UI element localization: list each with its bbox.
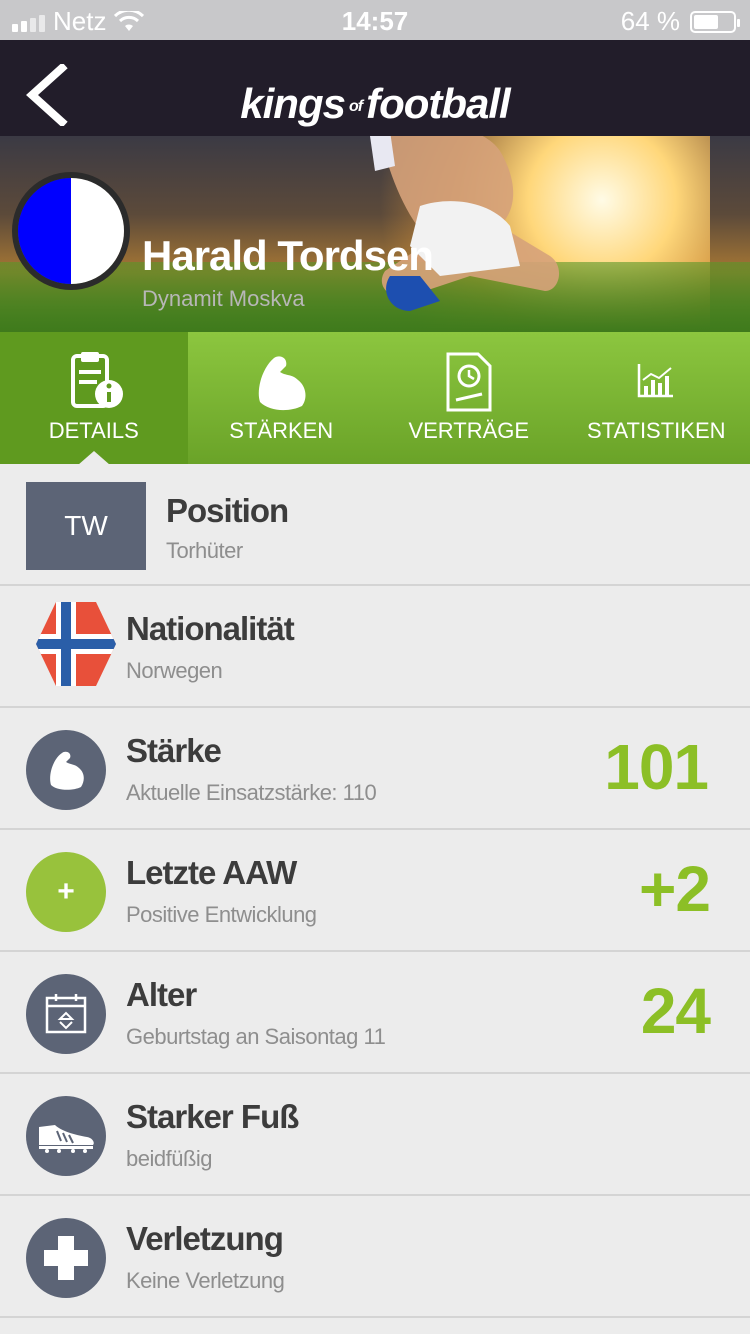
injury-sub: Keine Verletzung [126,1268,285,1293]
bicep-icon [50,751,84,790]
tab-statistiken-label: STATISTIKEN [586,418,726,443]
tab-details-label: DETAILS [48,418,139,443]
battery-percent: 64 % [620,6,680,36]
age-circle [26,974,106,1054]
plus-badge-icon: + [26,852,106,932]
tab-staerken-label: STÄRKEN [229,418,334,443]
tab-staerken[interactable]: STÄRKEN [188,332,376,464]
list-item-nationality: Nationalität Norwegen [0,586,750,708]
medical-cross-icon [44,1236,88,1280]
foot-title: Starker Fuß [126,1098,299,1135]
logo-kings: kings [240,80,346,127]
battery-icon [690,10,740,33]
nationality-value: Norwegen [126,658,223,683]
tab-statistiken[interactable]: STATISTIKEN [563,332,750,464]
details-list: TW Position Torhüter Nationalität Norweg… [0,464,750,1318]
player-name: Harald Tordsen [142,232,434,279]
hero-player-image [370,136,559,311]
details-icon [70,352,123,408]
position-title: Position [166,492,289,529]
list-item-strength: Stärke Aktuelle Einsatzstärke: 110 101 [0,708,750,830]
app-logo: kings offootball [0,80,750,128]
logo-football: football [366,80,511,127]
boot-icon [39,1125,94,1153]
strength-value: 101 [604,731,709,803]
tab-vertraege-label: VERTRÄGE [408,418,530,443]
strength-title: Stärke [126,732,222,769]
age-value: 24 [640,975,711,1047]
list-item-age: Alter Geburtstag an Saisontag 11 24 [0,952,750,1074]
player-club[interactable]: Dynamit Moskva [142,286,305,312]
club-color-right [71,178,124,284]
position-value: Torhüter [166,538,243,563]
tab-details[interactable]: DETAILS [0,332,188,464]
norway-flag-icon [36,602,116,686]
list-item-position: TW Position Torhüter [0,464,750,586]
last-aaw-sub: Positive Entwicklung [126,902,317,927]
nationality-title: Nationalität [126,610,295,647]
club-avatar [12,172,130,290]
age-title: Alter [126,976,197,1013]
age-sub: Geburtstag an Saisontag 11 [126,1024,386,1049]
foot-circle [26,1096,106,1176]
tab-vertraege[interactable]: VERTRÄGE [375,332,563,464]
injury-title: Verletzung [126,1220,284,1257]
strength-sub: Aktuelle Einsatzstärke: 110 [126,780,377,805]
app-root: Netz 14:57 64 % kings offootball Harald … [0,0,750,1334]
injury-circle [26,1218,106,1298]
list-item-last-aaw: + Letzte AAW Positive Entwicklung +2 [0,830,750,952]
contract-icon [446,352,492,412]
stats-icon [638,364,674,398]
list-item-injury: Verletzung Keine Verletzung [0,1196,750,1318]
club-color-left [18,178,71,284]
last-aaw-value: +2 [639,853,711,925]
strength-icon [259,356,306,411]
status-bar: Netz 14:57 64 % [0,0,750,40]
last-aaw-title: Letzte AAW [126,854,297,891]
foot-sub: beidfüßig [126,1146,213,1171]
battery-fill [694,14,719,29]
plus-badge-text: + [57,875,75,908]
status-right: 64 % [620,6,740,37]
list-item-foot: Starker Fuß beidfüßig [0,1074,750,1196]
calendar-icon [45,994,87,1034]
position-badge: TW [26,482,146,570]
strength-circle [26,730,106,810]
logo-of: of [348,97,363,115]
nav-bar: kings offootball [0,40,750,136]
tab-bar: DETAILS STÄRKEN VERTRÄGE STATISTIKEN [0,332,750,464]
